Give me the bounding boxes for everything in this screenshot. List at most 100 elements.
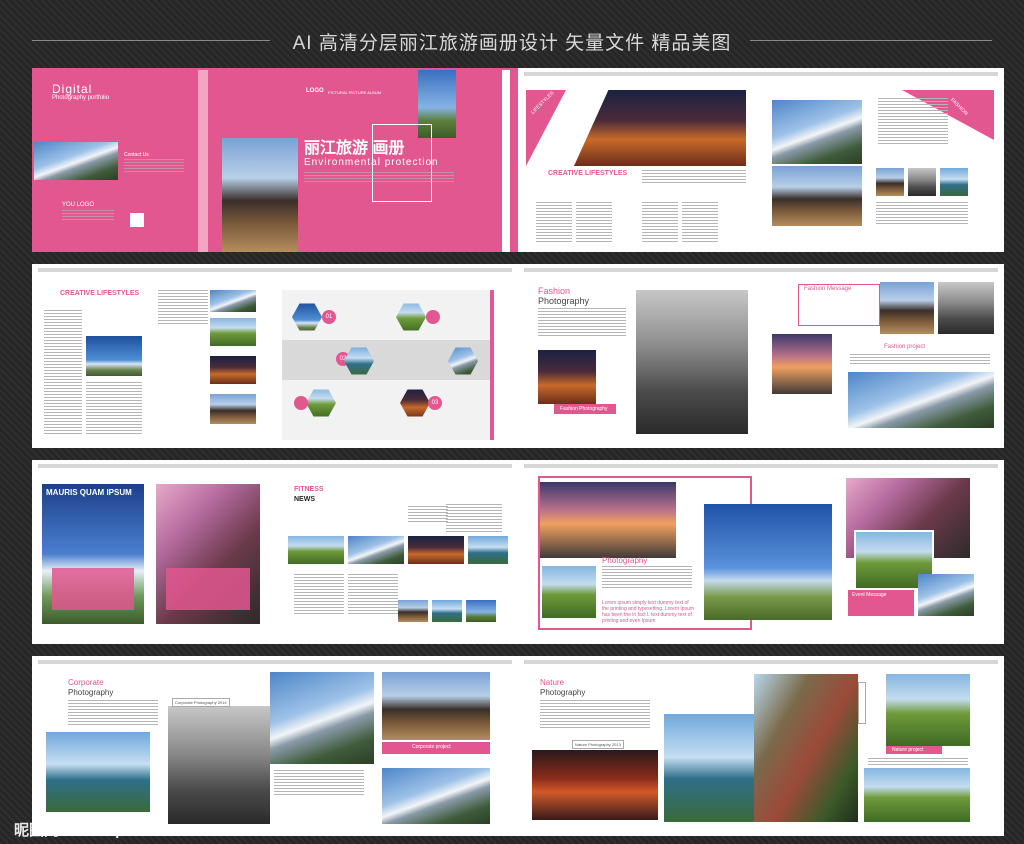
spread5-body-1 xyxy=(294,574,344,616)
spread8-intro-text xyxy=(540,700,650,730)
spread2-night-photo xyxy=(574,90,746,166)
spread7-mountain-photo xyxy=(270,672,374,764)
cover-logo-right: LOGO xyxy=(306,88,324,94)
cover-contact: Contact Us xyxy=(124,152,149,158)
spread5-mauris-title: MAURIS QUAM IPSUM xyxy=(46,488,132,497)
spread4-mountain-photo xyxy=(848,372,994,428)
spread8-lakeside-photo xyxy=(664,714,754,822)
spread5-news-title: NEWS xyxy=(294,496,315,503)
spread2-col1 xyxy=(536,202,572,242)
spread3-col2 xyxy=(86,382,142,436)
spread5-col-text xyxy=(446,504,502,534)
spread4-sunset-photo xyxy=(772,334,832,394)
cover-digital: Digital xyxy=(52,82,93,96)
spread2-thumb-2 xyxy=(908,168,936,196)
spread4-message-label: Fashion Message xyxy=(804,286,852,292)
spread4-project-title: Fashion project xyxy=(884,344,926,350)
spread5-body-2 xyxy=(348,574,398,616)
spread3-topbar xyxy=(38,268,512,272)
spread4-project-text xyxy=(850,354,990,364)
spread4-fashion-title: Fashion xyxy=(538,286,571,296)
spread8-vertical-tag xyxy=(858,682,866,724)
spread-photography-event: Photography Lorem ipsum simply text dumm… xyxy=(518,460,1004,644)
cover-title-cn: 丽江旅游 画册 xyxy=(304,140,405,157)
spread2-intro-text xyxy=(642,170,746,184)
spread4-caption: Fashion Photography xyxy=(560,406,608,412)
spread4-stone-street-photo xyxy=(636,290,748,434)
spread6-sunset-photo xyxy=(540,482,676,558)
spread5-photo-1 xyxy=(288,536,344,564)
spread3-badge-2 xyxy=(426,310,440,324)
spread-cover: Digital Photography portfolio Contact Us… xyxy=(32,68,518,252)
cover-spine xyxy=(502,70,510,252)
footer-site-watermark: 昵图网 www.nipic.com xyxy=(14,822,172,839)
cover-stripe xyxy=(198,70,208,252)
spread4-city-photo xyxy=(938,282,994,334)
spread6-sky-photo xyxy=(704,504,832,620)
spread6-event-label: Event Message xyxy=(852,592,887,598)
spread2-topbar xyxy=(524,72,998,76)
spread3-badge-5 xyxy=(294,396,308,410)
spread4-roof-photo xyxy=(880,282,934,334)
spread7-project-label: Corporate project xyxy=(412,744,451,750)
cover-logo-left: YOU LOGO xyxy=(62,202,95,208)
spread4-intro-text xyxy=(538,308,626,336)
spread2-right-text xyxy=(878,98,948,144)
spread8-project-label: Nature project xyxy=(892,747,924,753)
spread3-badge-1: 01 xyxy=(322,310,336,324)
spread7-intro-text xyxy=(68,700,158,726)
footer-id: ID:27036507 NO:20190715214409190000 xyxy=(790,822,998,834)
spread6-body: Lorem ipsum simply text dummy text of th… xyxy=(602,600,694,624)
spread7-photo-label: Corporate Photography 2014 xyxy=(172,698,230,707)
page-title: AI 高清分层丽江旅游画册设计 矢量文件 精品美图 xyxy=(292,33,732,54)
spread3-col1 xyxy=(44,310,82,436)
cover-body-text xyxy=(304,172,454,184)
spread5-photo-5 xyxy=(398,600,428,622)
spread7-photography-title: Photography xyxy=(68,688,114,697)
cover-portfolio: Photography portfolio xyxy=(52,95,110,101)
spread-creative-hexagons: CREATIVE LIFESTYLES 01 02 03 xyxy=(32,264,518,448)
spread5-pink-overlay-1 xyxy=(52,568,134,610)
spread6-field-photo xyxy=(542,566,596,618)
spread2-mountain-photo xyxy=(772,100,862,164)
spread5-fitness-title: FITNESS xyxy=(294,486,324,493)
spread3-photo-blue xyxy=(86,336,142,376)
spread4-photography-title: Photography xyxy=(538,296,590,306)
spread7-temple-photo xyxy=(382,672,490,740)
cover-photo-mountain xyxy=(34,142,118,180)
cover-company-text xyxy=(62,210,114,220)
spread2-thumb-1 xyxy=(876,168,904,196)
footer: 昵图网 www.nipic.com ID:27036507 NO:2019071… xyxy=(0,814,1024,844)
spread3-badge-6: 03 xyxy=(428,396,442,410)
spread2-col4 xyxy=(682,202,718,242)
spread3-col3 xyxy=(158,290,208,324)
spread5-pink-overlay-2 xyxy=(166,568,250,610)
cover-subtitle: Environmental protection xyxy=(304,157,439,168)
page-header: AI 高清分层丽江旅游画册设计 矢量文件 精品美图 xyxy=(0,0,1024,62)
spread7-topbar xyxy=(38,660,512,664)
spread2-thumb-3 xyxy=(940,168,968,196)
spread3-pink-edge xyxy=(490,290,494,440)
spread8-project-text xyxy=(868,758,968,766)
spread5-photo-7 xyxy=(466,600,496,622)
spread3-small-photo-2 xyxy=(210,318,256,346)
spread2-thumb-captions xyxy=(876,202,968,224)
spread-mauris-fitness: MAURIS QUAM IPSUM FITNESS NEWS xyxy=(32,460,518,644)
spread8-topbar xyxy=(524,660,998,664)
spread5-topbar xyxy=(38,464,512,468)
spread8-canyon-photo xyxy=(754,674,858,822)
spread8-market-photo xyxy=(532,750,658,820)
spread7-lake-photo xyxy=(46,732,150,812)
spread5-photo-4 xyxy=(468,536,508,564)
spread-creative-lifestyles: LIFESTYLES CREATIVE LIFESTYLES FASHION xyxy=(518,68,1004,252)
spread4-topbar xyxy=(524,268,998,272)
spread5-caption-text xyxy=(408,506,448,524)
spread6-intro-text xyxy=(602,566,692,588)
cover-album: PICTURAL PICTURE ALBUM xyxy=(328,90,381,95)
spread8-nature-title: Nature xyxy=(540,678,565,687)
spread7-corporate-title: Corporate xyxy=(68,678,104,687)
cover-contact-text xyxy=(124,159,184,173)
spread-corporate: Corporate Photography Corporate Photogra… xyxy=(32,656,518,836)
spread5-photo-3 xyxy=(408,536,464,564)
spread2-col2 xyxy=(576,202,612,242)
